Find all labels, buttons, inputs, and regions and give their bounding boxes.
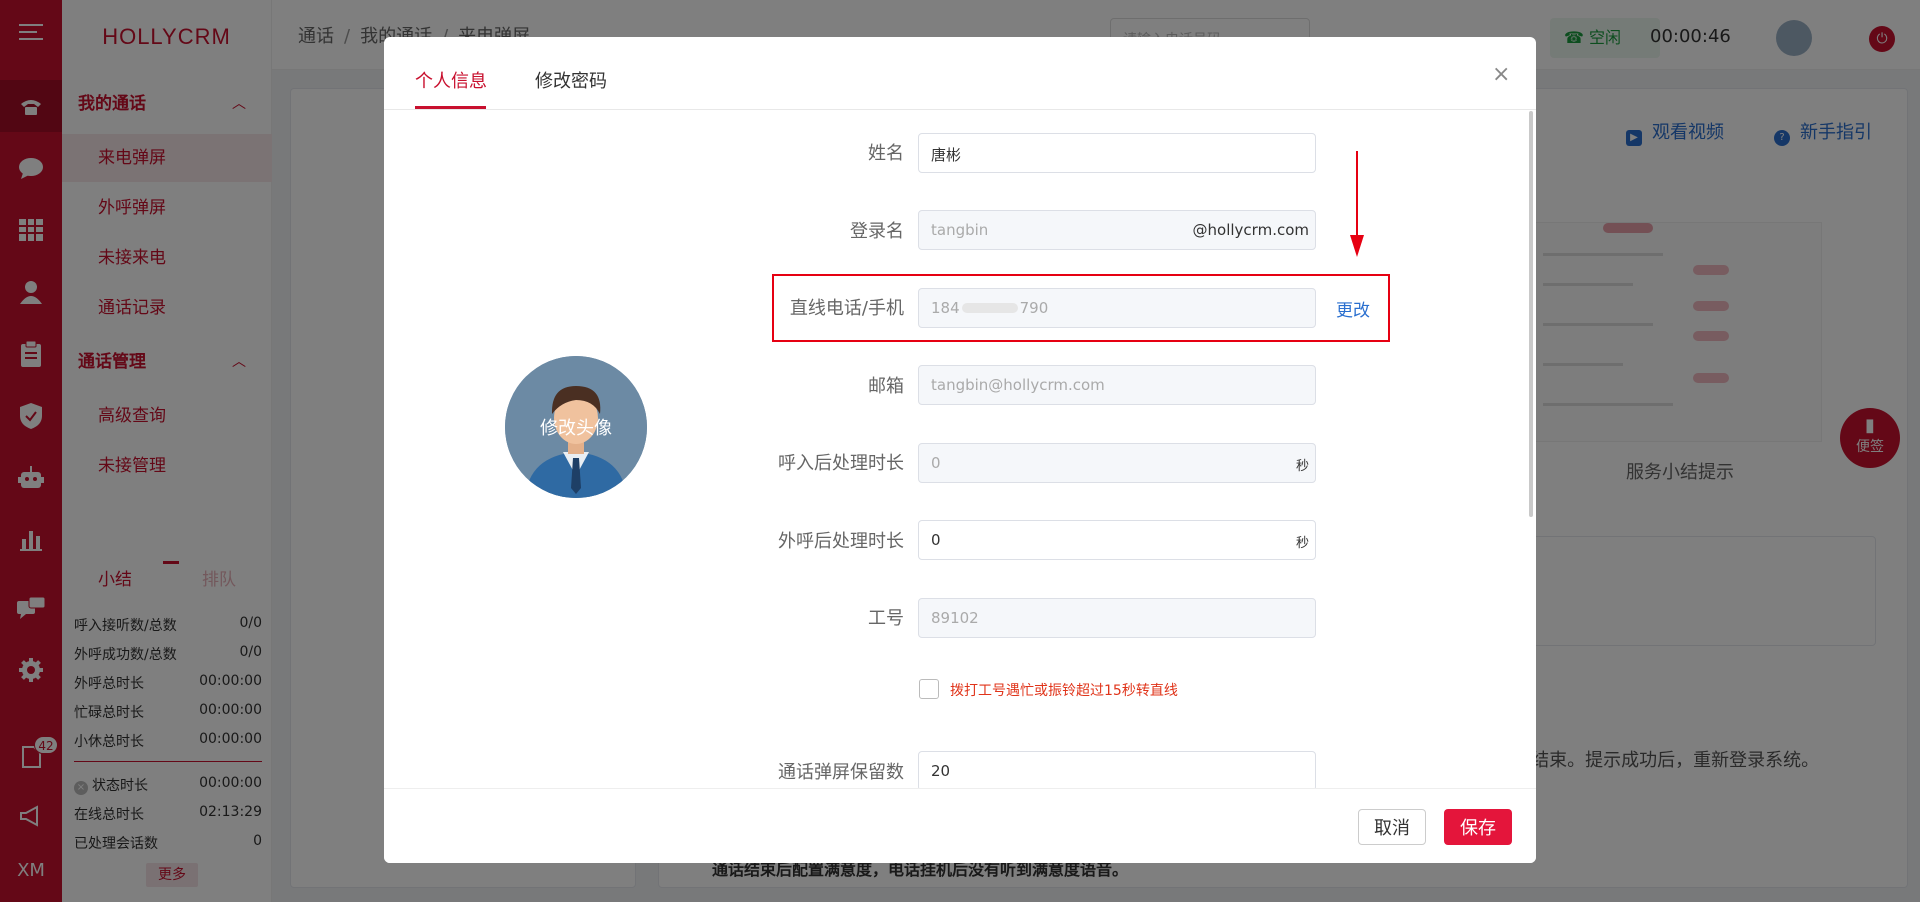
arrow-down-icon: [1350, 151, 1364, 257]
save-button[interactable]: 保存: [1444, 809, 1512, 845]
email-field: tangbin@hollycrm.com: [918, 365, 1316, 405]
screen-keep-label: 通话弹屏保留数: [778, 762, 904, 783]
scrollbar[interactable]: [1529, 111, 1533, 517]
login-field: tangbin @hollycrm.com: [918, 210, 1316, 250]
close-icon[interactable]: ×: [1492, 64, 1510, 86]
avatar-upload[interactable]: 修改头像: [505, 356, 647, 498]
dialog-footer: 取消 保存: [384, 788, 1536, 863]
transfer-checkbox-label[interactable]: 拨打工号遇忙或振铃超过15秒转直线: [950, 680, 1178, 700]
inbound-wrap-label: 呼入后处理时长: [778, 453, 904, 474]
employee-no-label: 工号: [868, 608, 904, 629]
name-field[interactable]: 唐彬: [918, 133, 1316, 173]
unit-seconds: 秒: [1295, 536, 1309, 551]
transfer-checkbox[interactable]: [919, 679, 939, 699]
tab-personal-info[interactable]: 个人信息: [415, 67, 487, 93]
outbound-wrap-label: 外呼后处理时长: [778, 531, 904, 552]
email-label: 邮箱: [868, 376, 904, 397]
tab-indicator: [415, 106, 486, 109]
inbound-wrap-field: 0 秒: [918, 443, 1316, 483]
outbound-wrap-field[interactable]: 0 秒: [918, 520, 1316, 560]
cancel-button[interactable]: 取消: [1358, 809, 1426, 845]
phone-label: 直线电话/手机: [789, 298, 904, 319]
change-phone-link[interactable]: 更改: [1336, 296, 1370, 321]
phone-field: 184 790: [918, 288, 1316, 328]
screen-keep-field[interactable]: 20: [918, 751, 1316, 791]
tab-change-password[interactable]: 修改密码: [535, 67, 607, 93]
dialog-tabs: 个人信息 修改密码 ×: [384, 37, 1536, 110]
unit-seconds: 秒: [1295, 459, 1309, 474]
name-label: 姓名: [868, 143, 904, 164]
masked-digits: [961, 303, 1018, 313]
login-value: tangbin: [931, 221, 989, 239]
profile-dialog: 个人信息 修改密码 × 修改头像 姓名 唐彬 登录名 tangbin @holl…: [384, 37, 1536, 863]
login-label: 登录名: [850, 221, 904, 242]
avatar-label: 修改头像: [540, 418, 612, 439]
domain-suffix: @hollycrm.com: [1192, 221, 1309, 239]
employee-no-field: 89102: [918, 598, 1316, 638]
